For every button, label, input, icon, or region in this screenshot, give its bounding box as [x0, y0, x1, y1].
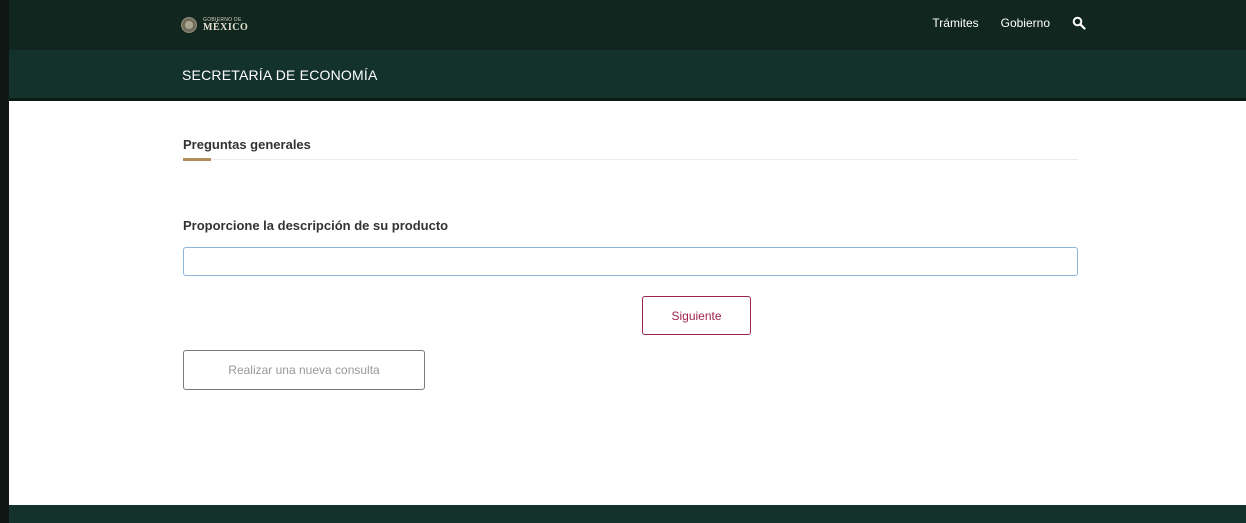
section-title: Preguntas generales [183, 137, 311, 152]
product-description-input[interactable] [183, 247, 1078, 276]
logo-big-text: MÉXICO [203, 21, 249, 33]
logo-text: GOBIERNO DE MÉXICO [203, 17, 249, 33]
product-description-label: Proporcione la descripción de su product… [183, 218, 449, 233]
section-divider [183, 159, 1078, 160]
top-navbar: GOBIERNO DE MÉXICO Trámites Gobierno [9, 0, 1246, 50]
secretaria-title[interactable]: SECRETARÍA DE ECONOMÍA [182, 67, 378, 83]
section-accent-bar [183, 158, 211, 161]
national-seal-icon [181, 17, 197, 33]
nav-link-gobierno[interactable]: Gobierno [1001, 16, 1050, 30]
next-button[interactable]: Siguiente [642, 296, 751, 335]
gobierno-mexico-logo[interactable]: GOBIERNO DE MÉXICO [181, 17, 248, 33]
footer-bar [9, 505, 1246, 523]
window-edge [0, 0, 9, 523]
main-nav: Trámites Gobierno [932, 16, 1086, 30]
secretaria-bar: SECRETARÍA DE ECONOMÍA [9, 50, 1246, 98]
subbar-divider [9, 98, 1246, 101]
new-query-button[interactable]: Realizar una nueva consulta [183, 350, 425, 390]
search-icon[interactable] [1072, 16, 1086, 30]
nav-link-tramites[interactable]: Trámites [932, 16, 978, 30]
